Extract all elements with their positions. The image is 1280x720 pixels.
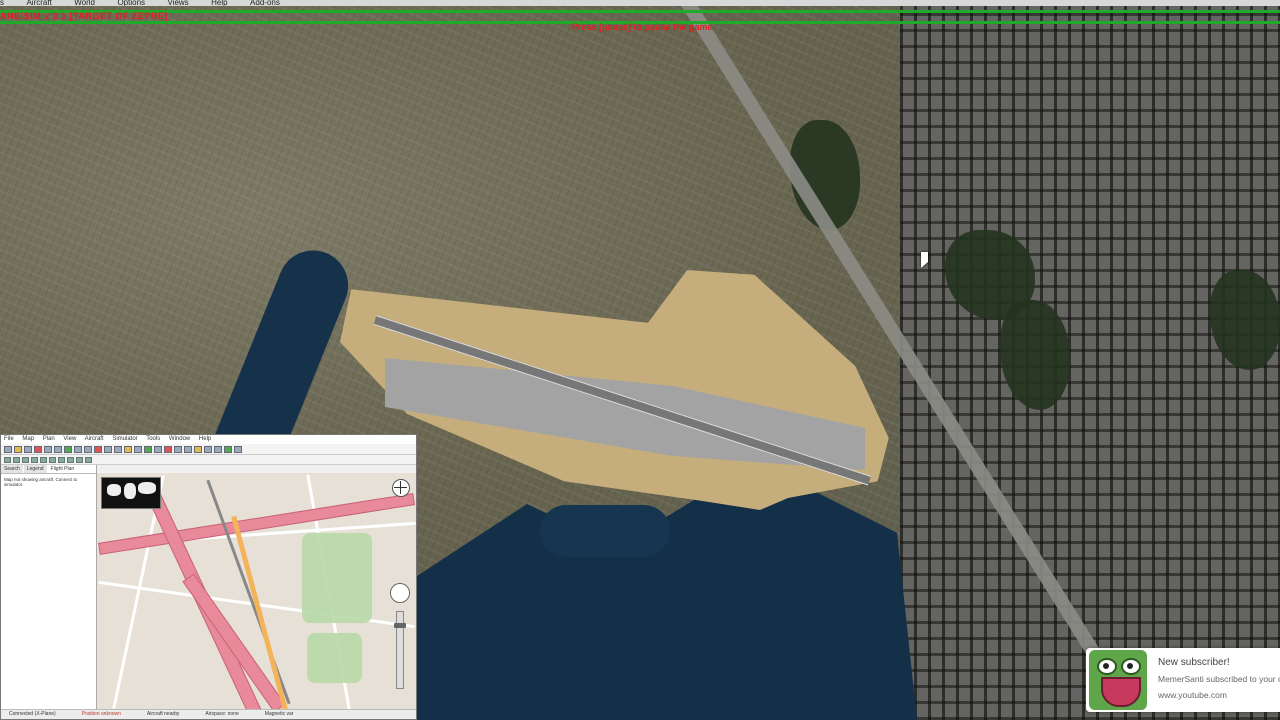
- route-icon[interactable]: [40, 456, 47, 463]
- moving-map-window[interactable]: File Map Plan View Aircraft Simulator To…: [0, 434, 417, 720]
- settings-icon[interactable]: [234, 445, 242, 453]
- continent: [124, 483, 136, 499]
- status-airspace: Airspace: none: [205, 711, 239, 717]
- compass-icon: [392, 479, 410, 497]
- airport-icon[interactable]: [94, 445, 102, 453]
- sim-pause-message: Press [pause] to pause the game: [572, 22, 713, 32]
- tab-search[interactable]: Search: [1, 465, 23, 473]
- map-menu-help[interactable]: Help: [199, 436, 211, 442]
- center-aircraft-icon[interactable]: [154, 445, 162, 453]
- world-overview-map[interactable]: [101, 477, 161, 509]
- redo-icon[interactable]: [54, 445, 62, 453]
- save-icon[interactable]: [24, 445, 32, 453]
- search-icon[interactable]: [31, 456, 38, 463]
- airspace-icon[interactable]: [164, 445, 172, 453]
- continent: [138, 482, 156, 494]
- zoom-out-icon[interactable]: [84, 445, 92, 453]
- avatar-eye: [1097, 658, 1117, 675]
- marina: [540, 505, 670, 557]
- compass-rose-icon[interactable]: [184, 445, 192, 453]
- map-park: [307, 633, 362, 683]
- status-line: [0, 10, 1280, 13]
- status-aircraft: Aircraft nearby: [146, 711, 180, 717]
- grid-icon[interactable]: [174, 445, 182, 453]
- stop-icon[interactable]: [34, 445, 42, 453]
- map-menu-plan[interactable]: Plan: [43, 436, 55, 442]
- sim-menu-views[interactable]: Views: [167, 0, 188, 6]
- status-connection: Connected (X-Plane): [9, 711, 56, 717]
- refresh-icon[interactable]: [85, 456, 92, 463]
- panel-tabs: Search Legend Flight Plan: [1, 465, 96, 474]
- home-icon[interactable]: [22, 456, 29, 463]
- map-menubar: File Map Plan View Aircraft Simulator To…: [1, 435, 416, 444]
- map-menu-map[interactable]: Map: [22, 436, 34, 442]
- zoom-slider-thumb[interactable]: [394, 622, 406, 628]
- sim-menu-help[interactable]: Help: [211, 0, 227, 6]
- map-view[interactable]: [97, 473, 416, 711]
- downtown-buildings: [900, 0, 1280, 720]
- open-folder-icon[interactable]: [14, 445, 22, 453]
- sim-menubar: s Aircraft World Options Views Help Add-…: [0, 0, 1280, 6]
- sim-status-overlay: ANE/SIM v 2.1 [TARGET OF ZEPRE] Press [p…: [0, 8, 1280, 34]
- aircraft-icon[interactable]: [144, 445, 152, 453]
- pan-control-icon[interactable]: [390, 583, 410, 603]
- range-ring-icon[interactable]: [204, 445, 212, 453]
- map-park: [302, 533, 372, 623]
- sim-menu-item[interactable]: s: [0, 0, 4, 6]
- map-menu-view[interactable]: View: [63, 436, 76, 442]
- map-menu-file[interactable]: File: [4, 436, 14, 442]
- sim-version-text: ANE/SIM v 2.1 [TARGET OF ZEPRE]: [0, 11, 168, 21]
- subscriber-notification[interactable]: New subscriber! MemerSanti subscribed to…: [1086, 648, 1280, 712]
- zoom-in-icon[interactable]: [74, 445, 82, 453]
- map-menu-aircraft[interactable]: Aircraft: [85, 436, 104, 442]
- back-icon[interactable]: [4, 456, 11, 463]
- layers-icon[interactable]: [67, 456, 74, 463]
- zoom-slider[interactable]: [394, 611, 406, 689]
- tab-legend[interactable]: Legend: [23, 465, 47, 473]
- map-status-bar: Connected (X-Plane) Position unknown Air…: [1, 709, 416, 719]
- tab-flight-plan[interactable]: Flight Plan: [47, 465, 78, 473]
- notification-url: www.youtube.com: [1158, 690, 1227, 700]
- sim-menu-options[interactable]: Options: [117, 0, 145, 6]
- sim-menu-addons[interactable]: Add-ons: [250, 0, 280, 6]
- vor-icon[interactable]: [104, 445, 112, 453]
- sim-menu-world[interactable]: World: [74, 0, 95, 6]
- notification-title: New subscriber!: [1158, 657, 1230, 668]
- status-magvar: Magnetic var: [264, 711, 294, 717]
- pepe-avatar: [1089, 650, 1147, 710]
- continent: [107, 484, 121, 496]
- list-icon[interactable]: [49, 456, 56, 463]
- undo-icon[interactable]: [44, 445, 52, 453]
- avatar-mouth: [1101, 677, 1141, 707]
- bay-water: [417, 480, 917, 720]
- mouse-cursor-icon: [921, 252, 928, 268]
- map-toolbar: [1, 444, 416, 455]
- measure-icon[interactable]: [194, 445, 202, 453]
- airway-icon[interactable]: [134, 445, 142, 453]
- connect-icon[interactable]: [64, 445, 72, 453]
- weather-icon[interactable]: [224, 445, 232, 453]
- info-icon[interactable]: [58, 456, 65, 463]
- print-icon[interactable]: [214, 445, 222, 453]
- map-menu-simulator[interactable]: Simulator: [112, 436, 137, 442]
- forward-icon[interactable]: [13, 456, 20, 463]
- new-file-icon[interactable]: [4, 445, 12, 453]
- map-menu-window[interactable]: Window: [169, 436, 190, 442]
- waypoint-icon[interactable]: [124, 445, 132, 453]
- search-panel: Search Legend Flight Plan Map not showin…: [1, 465, 97, 711]
- notification-body: MemerSanti subscribed to your channel: [1158, 674, 1280, 684]
- ndb-icon[interactable]: [114, 445, 122, 453]
- panel-note: Map not showing aircraft. Connect to sim…: [4, 477, 78, 487]
- status-position: Position unknown: [81, 711, 121, 717]
- sim-menu-aircraft[interactable]: Aircraft: [26, 0, 51, 6]
- avatar-eye: [1121, 658, 1141, 675]
- fullscreen-icon[interactable]: [76, 456, 83, 463]
- map-toolbar-secondary: [1, 455, 416, 465]
- map-menu-tools[interactable]: Tools: [146, 436, 160, 442]
